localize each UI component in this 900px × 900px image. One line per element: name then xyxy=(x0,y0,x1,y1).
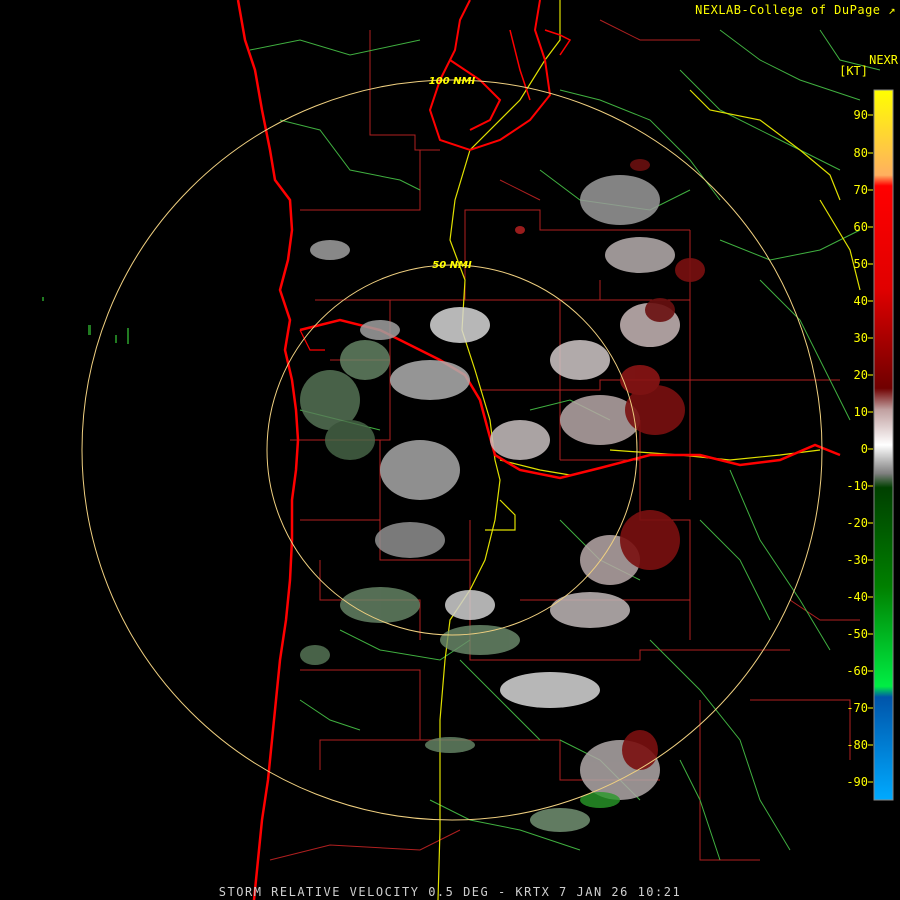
velocity-colorbar xyxy=(873,89,894,801)
credit-text[interactable]: NEXLAB-College of DuPage ↗ xyxy=(695,3,896,17)
external-link-icon: ↗ xyxy=(888,3,896,17)
tick-label: -80 xyxy=(846,738,868,752)
tick-label: -30 xyxy=(846,553,868,567)
tick-label: 80 xyxy=(853,146,868,160)
tick-label: 10 xyxy=(853,405,868,419)
range-rings xyxy=(81,79,823,821)
tick-label: 60 xyxy=(853,220,868,234)
product-caption: STORM RELATIVE VELOCITY 0.5 DEG - KRTX 7… xyxy=(218,885,682,899)
units-label: [KT] xyxy=(839,64,868,78)
range-ring-label-100: 100 NMI xyxy=(429,76,476,87)
credit-label: NEXLAB-College of DuPage xyxy=(695,3,881,17)
tick-label: 40 xyxy=(853,294,868,308)
tick-label: -70 xyxy=(846,701,868,715)
range-ring-label-50: 50 NMI xyxy=(432,260,472,271)
tick-label: 20 xyxy=(853,368,868,382)
tick-label: -40 xyxy=(846,590,868,604)
tick-label: 90 xyxy=(853,108,868,122)
tick-label: 30 xyxy=(853,331,868,345)
radar-map: 50 NMI 100 NMI xyxy=(42,0,894,900)
colorbar-ticks xyxy=(868,114,873,783)
product-code: NEXR xyxy=(869,53,898,67)
tick-label: -50 xyxy=(846,627,868,641)
tick-label: 70 xyxy=(853,183,868,197)
tick-label: -60 xyxy=(846,664,868,678)
tick-label: -20 xyxy=(846,516,868,530)
tick-label: -10 xyxy=(846,479,868,493)
velocity-echoes-outbound xyxy=(42,297,620,832)
tick-label: -90 xyxy=(846,775,868,789)
tick-label: 50 xyxy=(853,257,868,271)
range-ring-100 xyxy=(81,79,823,821)
velocity-echoes-neutral xyxy=(310,175,680,800)
tick-label: 0 xyxy=(860,442,868,456)
